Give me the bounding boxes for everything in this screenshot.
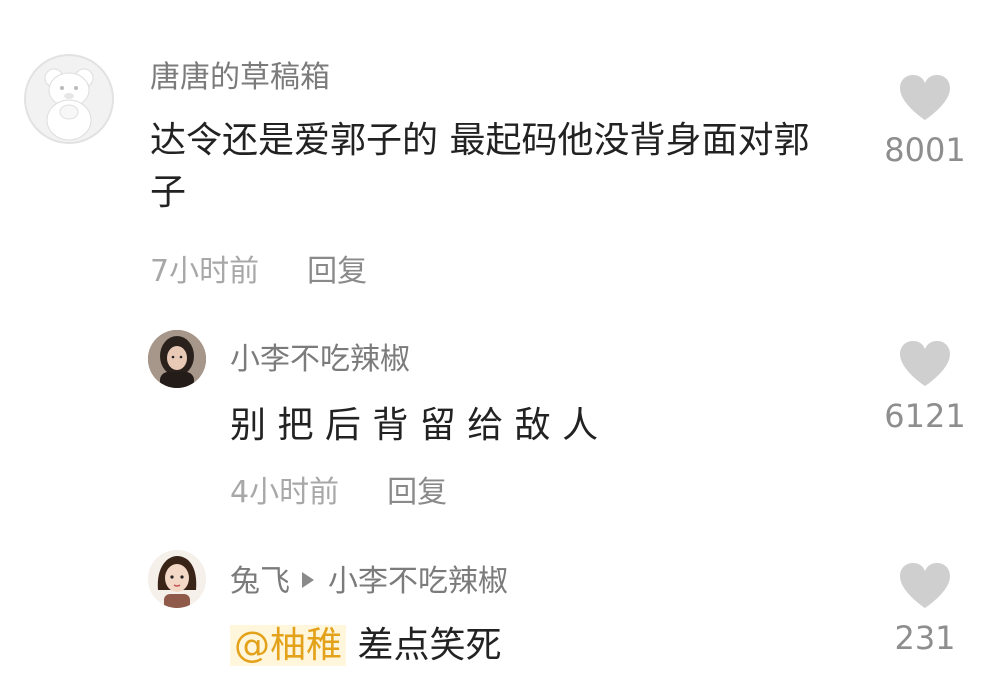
comment-body: 差点笑死	[357, 625, 502, 666]
username[interactable]: 兔飞	[230, 564, 290, 599]
comment-text: 达令还是爱郭子的 最起码他没背身面对郭子	[150, 120, 810, 213]
username[interactable]: 唐唐的草稿箱	[150, 58, 330, 98]
timestamp: 7小时前	[150, 254, 260, 289]
heart-icon	[900, 563, 950, 608]
mention-link[interactable]: @柚稚	[230, 625, 347, 666]
cartoon-girl-icon	[148, 550, 206, 608]
like-count: 8001	[884, 131, 966, 169]
username[interactable]: 小李不吃辣椒	[230, 340, 410, 380]
comment-text: @柚稚 差点笑死	[230, 620, 850, 672]
timestamp: 4小时前	[230, 475, 340, 510]
comment-meta: 4小时前 回复	[230, 473, 447, 513]
girl-photo-icon	[148, 330, 206, 388]
comment-meta: 7小时前 回复	[150, 252, 367, 292]
heart-icon	[900, 75, 950, 120]
teddy-bear-icon	[24, 54, 114, 144]
like-button[interactable]: 6121	[870, 340, 980, 436]
comment-text: 别 把 后 背 留 给 敌 人	[230, 405, 599, 446]
girl-photo-avatar[interactable]	[148, 330, 206, 388]
like-button[interactable]: 231	[870, 562, 980, 658]
teddy-bear-avatar[interactable]	[24, 54, 114, 144]
heart-icon	[900, 341, 950, 386]
reply-header: 兔飞 小李不吃辣椒	[230, 562, 508, 602]
reply-to-username[interactable]: 小李不吃辣椒	[328, 564, 508, 599]
like-button[interactable]: 8001	[870, 74, 980, 170]
play-arrow-icon	[302, 571, 314, 588]
reply-button[interactable]: 回复	[307, 254, 367, 289]
like-count: 231	[894, 619, 956, 657]
like-count: 6121	[884, 397, 966, 435]
reply-button[interactable]: 回复	[387, 475, 447, 510]
cartoon-girl-avatar[interactable]	[148, 550, 206, 608]
